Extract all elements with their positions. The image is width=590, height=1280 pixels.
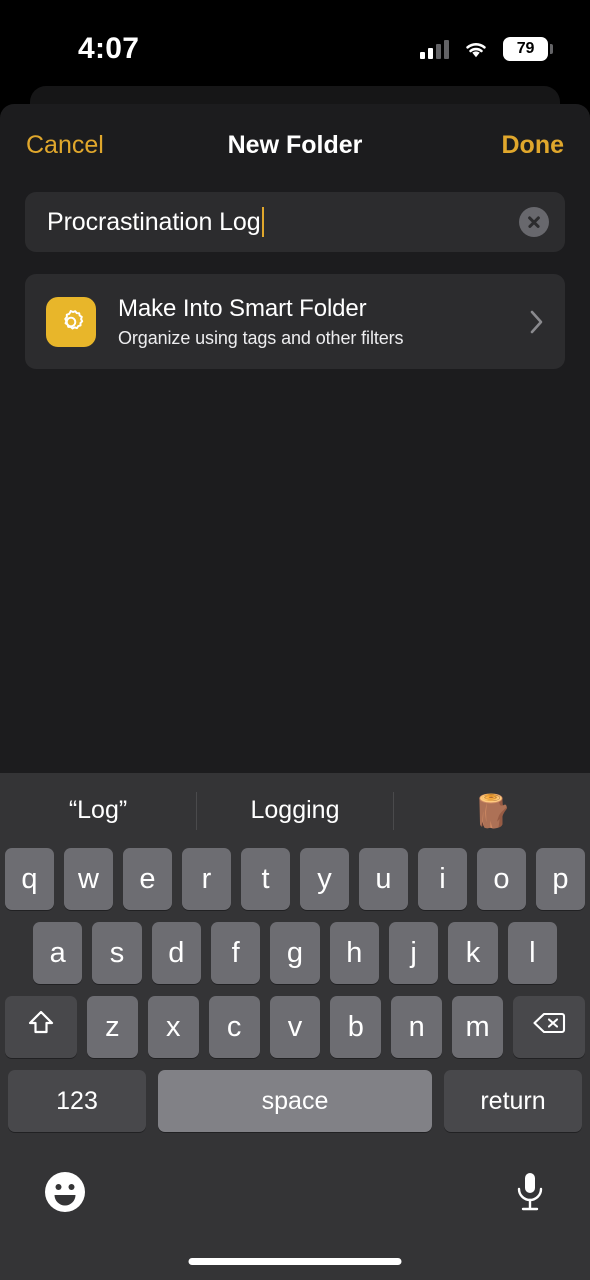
prediction-candidate-2[interactable]: Logging: [197, 773, 393, 848]
battery-level: 79: [516, 40, 535, 57]
key-r[interactable]: r: [182, 848, 231, 910]
smart-folder-title: Make Into Smart Folder: [118, 294, 367, 322]
backspace-icon: [532, 1010, 566, 1044]
key-h[interactable]: h: [329, 922, 379, 984]
folder-name-field[interactable]: Procrastination Log: [25, 192, 565, 252]
emoji-smiley-icon[interactable]: [42, 1169, 88, 1215]
shift-key[interactable]: [5, 996, 77, 1058]
key-g[interactable]: g: [270, 922, 320, 984]
space-key[interactable]: space: [158, 1070, 432, 1132]
done-button[interactable]: Done: [502, 131, 565, 160]
battery-icon: 79: [503, 37, 553, 61]
prediction-candidate-1[interactable]: “Log”: [0, 773, 196, 848]
make-into-smart-folder-row[interactable]: Make Into Smart Folder Organize using ta…: [25, 274, 565, 369]
predictive-text-bar: “Log” Logging 🪵: [0, 773, 590, 848]
key-l[interactable]: l: [507, 922, 557, 984]
key-o[interactable]: o: [477, 848, 526, 910]
chevron-right-icon: [529, 309, 545, 335]
key-i[interactable]: i: [418, 848, 467, 910]
smart-folder-texts: Make Into Smart Folder Organize using ta…: [118, 295, 529, 349]
software-keyboard: “Log” Logging 🪵 q w e r t y u i o p a s: [0, 773, 590, 1280]
key-v[interactable]: v: [269, 996, 321, 1058]
keyboard-rows: q w e r t y u i o p a s d f g h j k l z …: [0, 848, 590, 1132]
key-u[interactable]: u: [359, 848, 408, 910]
new-folder-sheet: Cancel New Folder Done Procrastination L…: [0, 104, 590, 773]
status-indicators: 79: [420, 27, 553, 61]
keyboard-row-3: z x c v b n m: [5, 996, 586, 1058]
key-f[interactable]: f: [211, 922, 261, 984]
key-s[interactable]: s: [92, 922, 142, 984]
key-z[interactable]: z: [87, 996, 138, 1058]
backspace-key[interactable]: [513, 996, 586, 1058]
key-k[interactable]: k: [448, 922, 498, 984]
clear-circle-icon[interactable]: [519, 207, 549, 237]
cancel-button[interactable]: Cancel: [26, 131, 104, 160]
key-y[interactable]: y: [300, 848, 349, 910]
smart-folder-subtitle: Organize using tags and other filters: [118, 327, 404, 348]
key-m[interactable]: m: [452, 996, 504, 1058]
key-q[interactable]: q: [5, 848, 54, 910]
status-bar: 4:07 79: [0, 0, 590, 88]
key-d[interactable]: d: [151, 922, 201, 984]
key-b[interactable]: b: [330, 996, 382, 1058]
key-j[interactable]: j: [388, 922, 439, 984]
phone-screen: 4:07 79 Cancel New Folder Done Procrasti…: [0, 0, 590, 1280]
shift-arrow-icon: [26, 1008, 56, 1046]
status-time: 4:07: [78, 32, 140, 65]
sheet-nav-bar: Cancel New Folder Done: [0, 104, 590, 186]
key-c[interactable]: c: [208, 996, 260, 1058]
key-p[interactable]: p: [536, 848, 585, 910]
microphone-icon[interactable]: [512, 1169, 548, 1215]
keyboard-row-1: q w e r t y u i o p: [5, 848, 585, 910]
keyboard-row-2: a s d f g h j k l: [5, 922, 585, 984]
gear-icon: [46, 296, 96, 347]
keyboard-row-4: 123 space return: [5, 1070, 585, 1132]
folder-name-value-wrap[interactable]: Procrastination Log: [47, 207, 519, 237]
cellular-bars-icon: [420, 39, 449, 59]
keyboard-bottom-bar: [0, 1144, 590, 1239]
prediction-candidate-3[interactable]: 🪵: [394, 773, 590, 848]
return-key[interactable]: return: [444, 1070, 582, 1132]
home-indicator[interactable]: [188, 1258, 402, 1265]
key-e[interactable]: e: [123, 848, 172, 910]
numbers-key[interactable]: 123: [8, 1070, 146, 1132]
key-w[interactable]: w: [64, 848, 113, 910]
key-x[interactable]: x: [147, 996, 199, 1058]
key-t[interactable]: t: [241, 848, 290, 910]
key-a[interactable]: a: [33, 922, 83, 984]
folder-name-value: Procrastination Log: [47, 207, 261, 236]
key-n[interactable]: n: [391, 996, 443, 1058]
wifi-icon: [463, 40, 489, 59]
text-caret: [261, 207, 265, 237]
